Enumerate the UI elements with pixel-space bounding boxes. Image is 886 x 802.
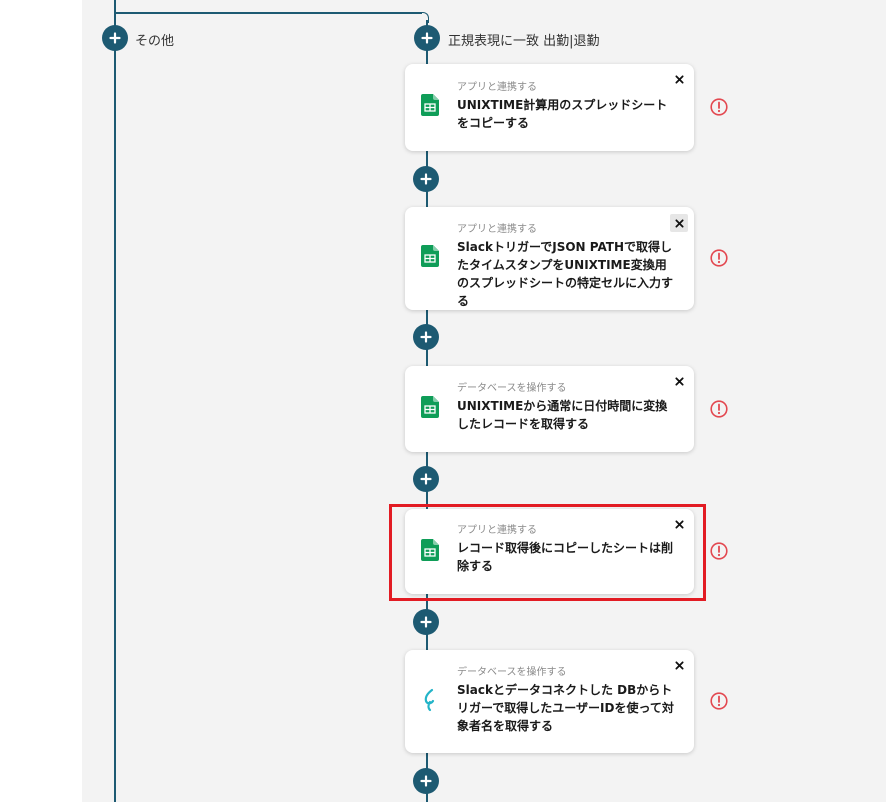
connector-line-other (114, 0, 116, 802)
google-sheets-icon (421, 245, 439, 271)
add-step-button[interactable] (413, 166, 439, 192)
step-card-input-timestamp[interactable]: アプリと連携する SlackトリガーでJSON PATHで取得したタイムスタンプ… (405, 207, 694, 310)
google-sheets-icon (421, 539, 439, 565)
step-subtitle: アプリと連携する (457, 224, 537, 235)
warning-icon[interactable] (710, 249, 728, 267)
warning-icon[interactable] (710, 692, 728, 710)
step-title: レコード取得後にコピーしたシートは削除する (457, 541, 674, 573)
step-subtitle: データベースを操作する (457, 383, 567, 394)
yoom-database-icon (421, 688, 439, 716)
delete-step-button[interactable] (672, 374, 686, 388)
google-sheets-icon (421, 94, 439, 120)
close-icon (674, 376, 684, 386)
plus-icon (420, 173, 432, 185)
plus-icon (421, 32, 433, 44)
add-step-button-other[interactable] (102, 25, 128, 51)
add-step-button[interactable] (413, 324, 439, 350)
step-subtitle: データベースを操作する (457, 667, 567, 678)
google-sheets-icon (421, 396, 439, 422)
step-card-get-user-name[interactable]: データベースを操作する Slackとデータコネクトした DBからトリガーで取得し… (405, 650, 694, 753)
plus-icon (420, 616, 432, 628)
close-icon (674, 218, 684, 228)
plus-icon (420, 331, 432, 343)
connector-corner (420, 12, 429, 23)
step-card-delete-sheet[interactable]: アプリと連携する レコード取得後にコピーしたシートは削除する (405, 509, 694, 594)
warning-icon[interactable] (710, 542, 728, 560)
step-title: UNIXTIMEから通常に日付時間に変換したレコードを取得する (457, 399, 668, 431)
plus-icon (109, 32, 121, 44)
step-title: UNIXTIME計算用のスプレッドシートをコピーする (457, 98, 668, 130)
add-step-button-regex[interactable] (414, 25, 440, 51)
step-subtitle: アプリと連携する (457, 525, 537, 536)
close-icon (674, 660, 684, 670)
delete-step-button[interactable] (672, 72, 686, 86)
left-margin (0, 0, 82, 802)
step-card-get-record[interactable]: データベースを操作する UNIXTIMEから通常に日付時間に変換したレコードを取… (405, 366, 694, 452)
branch-label-regex: 正規表現に一致 出勤|退勤 (448, 34, 600, 49)
add-step-button[interactable] (413, 768, 439, 794)
delete-step-button[interactable] (670, 214, 688, 232)
close-icon (674, 74, 684, 84)
delete-step-button[interactable] (672, 658, 686, 672)
warning-icon[interactable] (710, 400, 728, 418)
connector-line-top (114, 12, 422, 14)
plus-icon (420, 775, 432, 787)
step-title: Slackとデータコネクトした DBからトリガーで取得したユーザーIDを使って対… (457, 683, 674, 733)
delete-step-button[interactable] (672, 517, 686, 531)
branch-label-other: その他 (135, 34, 175, 49)
close-icon (674, 519, 684, 529)
plus-icon (420, 473, 432, 485)
warning-icon[interactable] (710, 98, 728, 116)
step-subtitle: アプリと連携する (457, 82, 537, 93)
step-title: SlackトリガーでJSON PATHで取得したタイムスタンプをUNIXTIME… (457, 240, 674, 308)
add-step-button[interactable] (413, 466, 439, 492)
step-card-copy-spreadsheet[interactable]: アプリと連携する UNIXTIME計算用のスプレッドシートをコピーする (405, 64, 694, 151)
add-step-button[interactable] (413, 609, 439, 635)
